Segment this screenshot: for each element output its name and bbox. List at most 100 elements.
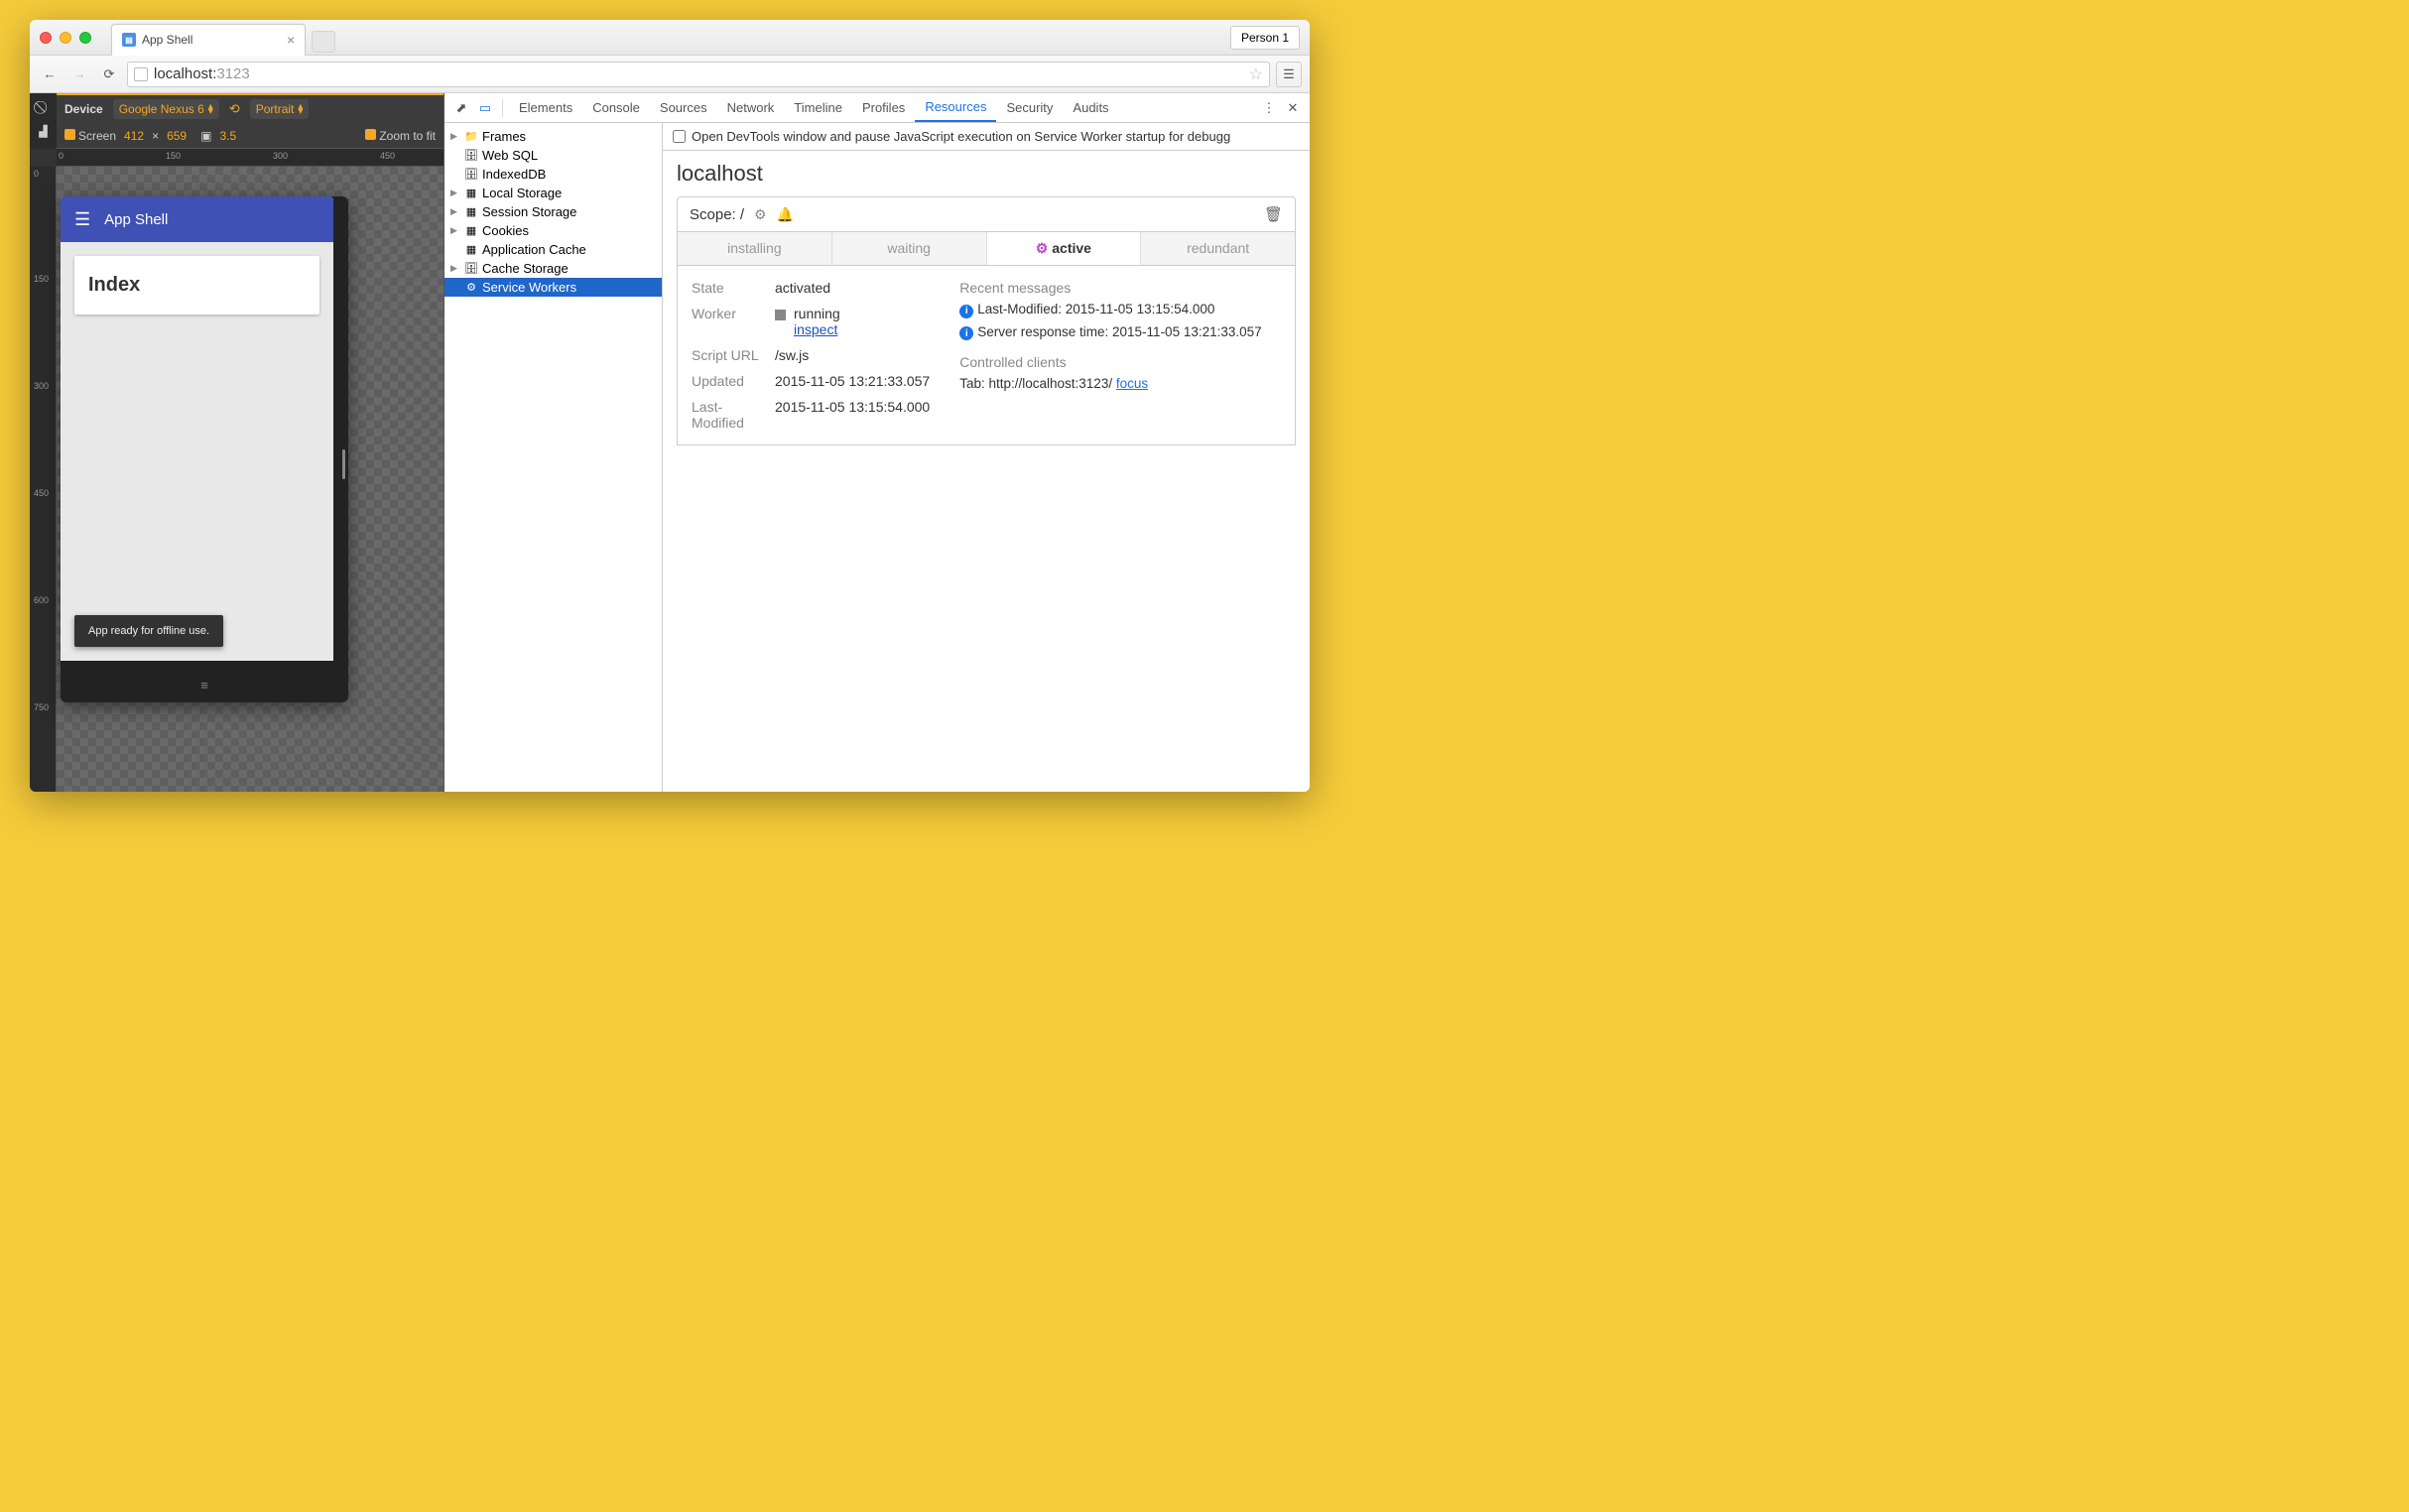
tree-item-session-storage[interactable]: ▶▦Session Storage [444, 202, 662, 221]
trash-icon[interactable]: 🗑 [1264, 205, 1283, 223]
traffic-lights [40, 32, 91, 44]
ruler-horizontal: 0 150 300 450 [57, 149, 444, 167]
reload-button[interactable]: ⟳ [97, 63, 121, 86]
recent-msg: iLast-Modified: 2015-11-05 13:15:54.000 [959, 302, 1281, 318]
recent-msg: iServer response time: 2015-11-05 13:21:… [959, 324, 1281, 341]
client-row: Tab: http://localhost:3123/ focus [959, 376, 1281, 391]
app-bar: ☰ App Shell [61, 196, 333, 242]
devtools-tab-security[interactable]: Security [996, 93, 1063, 122]
devtools-tab-elements[interactable]: Elements [509, 93, 582, 122]
forward-button[interactable]: → [67, 63, 91, 86]
sw-tab-waiting[interactable]: waiting [832, 232, 987, 265]
devtools-tab-timeline[interactable]: Timeline [784, 93, 852, 122]
phone-screen[interactable]: ☰ App Shell Index App ready for offline … [61, 196, 333, 661]
tree-item-service-workers[interactable]: ⚙Service Workers [444, 278, 662, 297]
devtools-tab-console[interactable]: Console [582, 93, 650, 122]
back-button[interactable]: ← [38, 63, 62, 86]
script-key: Script URL [692, 347, 761, 363]
tree-item-cookies[interactable]: ▶▦Cookies [444, 221, 662, 240]
url-text: localhost:3123 [154, 65, 1243, 82]
profile-button[interactable]: Person 1 [1230, 26, 1300, 50]
bell-icon[interactable]: 🔔 [777, 206, 794, 223]
screen-checkbox[interactable] [64, 129, 75, 140]
zoom-label: Zoom to fit [379, 129, 436, 143]
origin-heading: localhost [677, 161, 1296, 187]
scope-bar: Scope: / ⚙ 🔔 🗑 [677, 196, 1296, 232]
sw-tab-installing[interactable]: installing [678, 232, 832, 265]
bookmark-star-icon[interactable]: ☆ [1249, 64, 1263, 84]
favicon-icon: ▤ [122, 33, 136, 47]
info-icon: i [959, 305, 973, 318]
tree-item-frames[interactable]: ▶📁Frames [444, 127, 662, 146]
home-bar-icon: ≡ [200, 678, 208, 693]
scroll-indicator [342, 449, 345, 479]
times-icon: × [152, 129, 159, 143]
lastmod-key: Last-Modified [692, 399, 761, 431]
menu-button[interactable]: ☰ [1276, 62, 1302, 87]
worker-key: Worker [692, 306, 761, 337]
devtools-tab-sources[interactable]: Sources [650, 93, 717, 122]
browser-tab[interactable]: ▤ App Shell × [111, 24, 306, 56]
content-card: Index [74, 256, 319, 315]
inspect-link[interactable]: inspect [794, 321, 837, 337]
pause-on-start-checkbox[interactable] [673, 130, 686, 143]
recent-heading: Recent messages [959, 280, 1281, 296]
devtools-tab-resources[interactable]: Resources [915, 93, 996, 122]
dpr-value[interactable]: 3.5 [219, 129, 236, 143]
state-value: activated [775, 280, 930, 296]
screen-width[interactable]: 412 [124, 129, 144, 143]
sw-details: State activated Worker runninginspect Sc… [677, 266, 1296, 445]
tree-item-local-storage[interactable]: ▶▦Local Storage [444, 184, 662, 202]
address-bar[interactable]: localhost:3123 ☆ [127, 62, 1270, 87]
devtools-tabs: ⬈ ▭ ElementsConsoleSourcesNetworkTimelin… [444, 93, 1310, 123]
close-window-button[interactable] [40, 32, 52, 44]
devtools-tab-profiles[interactable]: Profiles [852, 93, 915, 122]
devtools-panel: ⬈ ▭ ElementsConsoleSourcesNetworkTimelin… [444, 93, 1310, 792]
screen-height[interactable]: 659 [167, 129, 187, 143]
app-title: App Shell [104, 211, 168, 228]
devtools-tab-network[interactable]: Network [717, 93, 785, 122]
focus-link[interactable]: focus [1116, 376, 1148, 391]
devtools-tab-audits[interactable]: Audits [1063, 93, 1118, 122]
content-area: ⃠ ▟ Device Google Nexus 6 ▴▾ ⟲ Portrait … [30, 93, 1310, 792]
sw-tab-active[interactable]: ⚙ active [987, 232, 1142, 265]
resources-tree: ▶📁Frames🗄Web SQL🗄IndexedDB▶▦Local Storag… [444, 123, 663, 792]
browser-window: ▤ App Shell × Person 1 ← → ⟳ localhost:3… [30, 20, 1310, 792]
info-icon: i [959, 326, 973, 340]
chevron-updown-icon: ▴▾ [298, 104, 303, 114]
tree-item-cache-storage[interactable]: ▶🗄Cache Storage [444, 259, 662, 278]
close-devtools-icon[interactable]: ✕ [1282, 100, 1304, 116]
gear-plus-icon[interactable]: ⚙ [754, 206, 767, 223]
phone-frame: ☰ App Shell Index App ready for offline … [61, 196, 348, 702]
worker-value: runninginspect [775, 306, 930, 337]
device-select[interactable]: Google Nexus 6 ▴▾ [113, 99, 219, 119]
resources-main: Open DevTools window and pause JavaScrip… [663, 123, 1310, 792]
script-value: /sw.js [775, 347, 930, 363]
maximize-window-button[interactable] [79, 32, 91, 44]
updated-key: Updated [692, 373, 761, 389]
close-tab-button[interactable]: × [287, 33, 295, 47]
tree-item-application-cache[interactable]: ▦Application Cache [444, 240, 662, 259]
toast-message: App ready for offline use. [74, 615, 223, 647]
minimize-window-button[interactable] [60, 32, 71, 44]
swap-icon[interactable]: ⟲ [229, 101, 240, 117]
zoom-checkbox[interactable] [365, 129, 376, 140]
updated-value: 2015-11-05 13:21:33.057 [775, 373, 930, 389]
stairs-icon[interactable]: ▟ [39, 125, 47, 138]
device-gutter: ⃠ ▟ [30, 93, 57, 149]
tree-item-indexeddb[interactable]: 🗄IndexedDB [444, 165, 662, 184]
new-tab-button[interactable] [312, 31, 335, 53]
stop-icon[interactable] [775, 310, 786, 320]
scope-label: Scope: / [690, 206, 744, 223]
page-icon [134, 67, 148, 81]
tree-item-web-sql[interactable]: 🗄Web SQL [444, 146, 662, 165]
nav-toolbar: ← → ⟳ localhost:3123 ☆ ☰ [30, 56, 1310, 93]
dpr-icon: ▣ [200, 129, 211, 143]
inspect-icon[interactable]: ⬈ [450, 100, 472, 116]
device-mode-icon[interactable]: ▭ [474, 100, 496, 116]
orientation-select[interactable]: Portrait ▴▾ [250, 99, 310, 119]
sw-tab-redundant[interactable]: redundant [1141, 232, 1295, 265]
kebab-icon[interactable]: ⋮ [1258, 100, 1280, 116]
hamburger-icon[interactable]: ☰ [74, 209, 90, 230]
tab-title: App Shell [142, 33, 281, 47]
